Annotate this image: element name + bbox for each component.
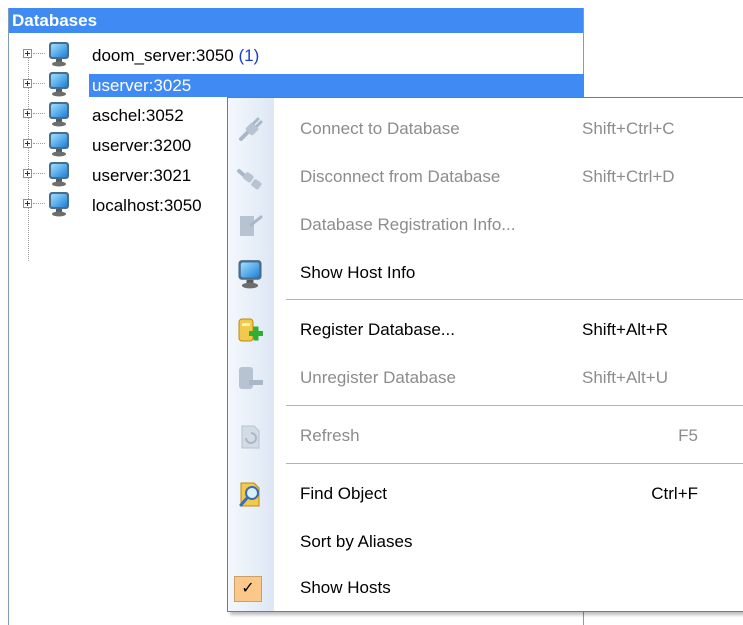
refresh-icon [241, 425, 260, 449]
menu-item-label: Database Registration Info... [300, 215, 516, 234]
menu-item-label: Refresh [300, 426, 360, 445]
host-icon [47, 101, 71, 127]
menu-item-show-hosts[interactable]: ✓ Show Hosts [228, 568, 743, 608]
host-icon [47, 191, 71, 217]
tree-item-label: localhost:3050 [92, 196, 202, 215]
tree-item-label: doom_server:3050 [92, 46, 234, 65]
connect-plug-icon [239, 117, 263, 141]
expand-icon[interactable] [23, 79, 32, 88]
menu-item-label: Show Host Info [300, 263, 416, 282]
menu-item-refresh[interactable]: Refresh F5 [228, 416, 743, 456]
find-object-icon [239, 482, 260, 507]
tree-item-doom-server[interactable]: doom_server:3050 (1) [9, 40, 579, 70]
menu-item-shortcut: Ctrl+F [651, 484, 698, 503]
menu-item-shortcut: Shift+Alt+U [582, 368, 668, 387]
menu-item-label: Register Database... [300, 320, 455, 339]
unregister-database-icon [239, 367, 263, 389]
host-icon [47, 41, 71, 67]
expand-icon[interactable] [23, 139, 32, 148]
menu-separator [286, 299, 743, 300]
menu-item-shortcut: F5 [678, 426, 698, 445]
panel-title: Databases [9, 8, 583, 33]
tree-item-label: userver:3025 [89, 74, 584, 97]
menu-item-show-host-info[interactable]: Show Host Info [228, 253, 743, 293]
menu-item-label: Connect to Database [300, 119, 460, 138]
menu-item-unregister-database[interactable]: Unregister Database Shift+Alt+U [228, 358, 743, 398]
connection-count: (1) [238, 46, 260, 65]
menu-separator [286, 405, 743, 406]
register-database-icon [238, 318, 263, 342]
menu-item-label: Sort by Aliases [300, 532, 413, 551]
tree-item-label: aschel:3052 [92, 106, 184, 125]
registration-info-icon [240, 215, 263, 236]
host-monitor-icon [235, 259, 265, 289]
menu-item-shortcut: Shift+Ctrl+D [582, 167, 675, 186]
expand-icon[interactable] [23, 199, 32, 208]
menu-item-shortcut: Shift+Alt+R [582, 320, 668, 339]
tree-item-userver-3025[interactable]: userver:3025 [9, 70, 584, 100]
menu-separator [286, 463, 743, 464]
checkmark-icon: ✓ [234, 576, 262, 602]
host-icon [47, 71, 71, 97]
menu-item-label: Show Hosts [300, 578, 391, 597]
disconnect-plug-icon [237, 169, 262, 190]
expand-icon[interactable] [23, 49, 32, 58]
host-icon [47, 131, 71, 157]
menu-item-label: Disconnect from Database [300, 167, 501, 186]
menu-item-label: Unregister Database [300, 368, 456, 387]
expand-icon[interactable] [23, 169, 32, 178]
host-icon [47, 161, 71, 187]
expand-icon[interactable] [23, 109, 32, 118]
tree-item-label: userver:3200 [92, 136, 192, 155]
menu-item-disconnect[interactable]: Disconnect from Database Shift+Ctrl+D [228, 157, 743, 197]
menu-item-sort-by-aliases[interactable]: Sort by Aliases [228, 522, 743, 562]
tree-item-label: userver:3021 [92, 166, 192, 185]
menu-item-connect[interactable]: Connect to Database Shift+Ctrl+C [228, 109, 743, 149]
menu-item-label: Find Object [300, 484, 387, 503]
menu-item-registration-info[interactable]: Database Registration Info... [228, 205, 743, 245]
menu-item-shortcut: Shift+Ctrl+C [582, 119, 675, 138]
menu-item-find-object[interactable]: Find Object Ctrl+F [228, 474, 743, 514]
menu-item-register-database[interactable]: Register Database... Shift+Alt+R [228, 310, 743, 350]
context-menu: Connect to Database Shift+Ctrl+C Disconn… [227, 97, 743, 612]
